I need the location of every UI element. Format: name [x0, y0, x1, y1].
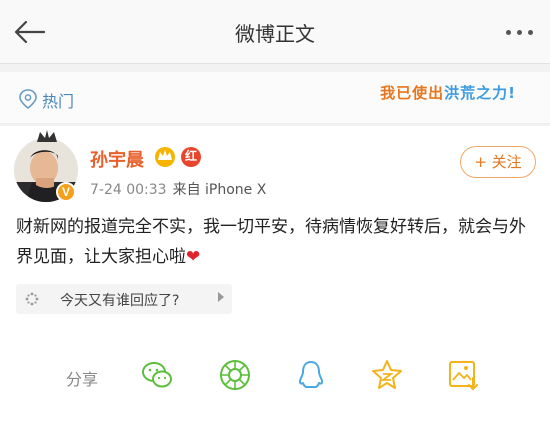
moments-icon[interactable]	[218, 358, 252, 392]
share-label: 分享	[66, 370, 99, 389]
username[interactable]: 孙宇晨	[90, 146, 144, 172]
page-title: 微博正文	[235, 22, 315, 46]
hot-bar: 热门 我已使出洪荒之力!	[0, 72, 550, 124]
wechat-icon[interactable]	[140, 358, 174, 392]
sparkle-icon	[25, 292, 39, 306]
slogan-banner: 我已使出洪荒之力!	[380, 82, 516, 103]
slogan-part2: 洪荒之力!	[444, 84, 516, 102]
qq-icon[interactable]	[294, 358, 328, 392]
chevron-right-icon	[218, 292, 224, 302]
topic-label: 今天又有谁回应了?	[60, 293, 180, 309]
heart-emoji: ❤	[186, 247, 201, 267]
post-text: 财新网的报道完全不实，我一切平安，待病情恢复好转后，就会与外界见面，让大家担心啦…	[16, 212, 536, 272]
topic-chip[interactable]: 今天又有谁回应了?	[16, 284, 232, 314]
post-text-content: 财新网的报道完全不实，我一切平安，待病情恢复好转后，就会与外界见面，让大家担心啦	[16, 217, 526, 267]
vip-badge-text: 红	[185, 149, 198, 163]
more-dots-icon[interactable]	[502, 20, 538, 44]
post-meta: 7-24 00:33 来自 iPhone X	[90, 179, 266, 199]
avatar-ornament-icon	[37, 130, 57, 142]
post-time: 7-24 00:33	[90, 182, 167, 198]
vip-crown-icon	[155, 147, 201, 167]
post-card: V 孙宇晨 红 7-24 00:33 来自 iPhone X + 关注 财新网的报…	[0, 126, 550, 444]
share-bar: 分享	[0, 354, 550, 402]
user-badges: 红	[153, 144, 209, 170]
qzone-icon[interactable]	[370, 358, 404, 392]
save-image-icon[interactable]	[446, 358, 480, 392]
top-navigation-bar: 微博正文	[0, 0, 550, 64]
location-pin-icon	[19, 89, 37, 110]
follow-button[interactable]: + 关注	[460, 146, 536, 178]
verified-badge: V	[56, 182, 76, 202]
hot-label[interactable]: 热门	[42, 88, 74, 112]
slogan-part1: 我已使出	[380, 84, 445, 102]
post-source: 来自 iPhone X	[172, 182, 267, 198]
